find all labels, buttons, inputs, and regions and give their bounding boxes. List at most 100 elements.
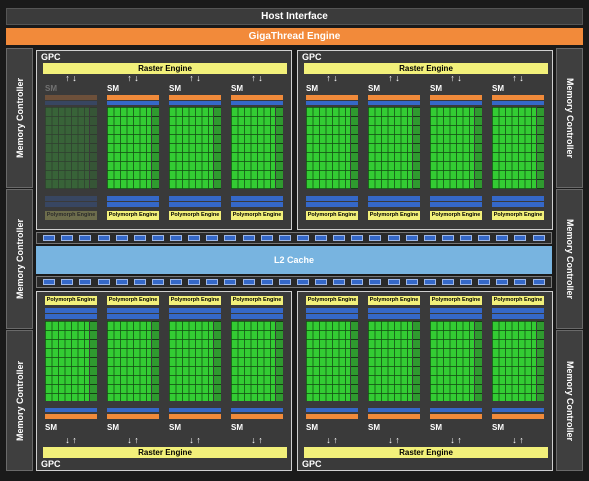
l2-cache-band-bottom [36, 276, 552, 288]
register-stripe [107, 401, 159, 407]
register-stripe [430, 308, 482, 313]
sm-label: SM [45, 423, 57, 432]
l2-slice [405, 279, 418, 285]
gpc-label: GPC [302, 52, 322, 62]
memory-controller-label: Memory Controller [14, 218, 25, 300]
streaming-multiprocessor: Polymorph Engine SM [167, 296, 223, 438]
instruction-cache-stripe [107, 414, 159, 419]
register-stripe [306, 189, 358, 195]
l2-slice [170, 279, 182, 285]
l2-slice [496, 235, 509, 241]
register-stripe [368, 314, 420, 319]
register-stripe [430, 189, 482, 195]
sm-label: SM [169, 84, 181, 93]
sfu-column [537, 321, 544, 401]
l2-slice [478, 279, 491, 285]
register-stripe [306, 314, 358, 319]
host-interface-bar: Host Interface [6, 8, 583, 25]
register-stripe [430, 314, 482, 319]
instruction-cache-stripe [45, 414, 97, 419]
register-stripe [107, 202, 159, 207]
sfu-column [152, 321, 159, 401]
register-stripe [368, 308, 420, 313]
memory-controller-right-1: Memory Controller [556, 48, 583, 188]
register-stripe [492, 202, 544, 207]
streaming-multiprocessor: SM Polymorph Engine [428, 83, 484, 225]
instruction-cache-stripe [492, 95, 544, 100]
register-stripe [492, 401, 544, 407]
cuda-core-grid [306, 321, 350, 401]
register-stripe [107, 101, 159, 105]
sm-label: SM [45, 84, 57, 93]
polymorph-engine: Polymorph Engine [169, 296, 221, 305]
streaming-multiprocessor: Polymorph Engine SM [366, 296, 422, 438]
register-stripe [492, 314, 544, 319]
l2-slice [260, 279, 273, 285]
register-stripe [169, 408, 221, 412]
l2-slice [278, 279, 291, 285]
sm-label: SM [169, 423, 181, 432]
cuda-core-grid [368, 107, 412, 189]
streaming-multiprocessor: Polymorph Engine SM [43, 296, 99, 438]
register-stripe [306, 308, 358, 313]
memory-controller-label: Memory Controller [564, 218, 575, 300]
register-stripe [169, 189, 221, 195]
l2-slice [79, 235, 92, 241]
polymorph-engine: Polymorph Engine [107, 211, 159, 220]
instruction-cache-stripe [430, 95, 482, 100]
polymorph-engine: Polymorph Engine [306, 296, 358, 305]
register-stripe [45, 401, 97, 407]
streaming-multiprocessor: Polymorph Engine SM [428, 296, 484, 438]
l2-slice [151, 235, 164, 241]
memory-controller-right-3: Memory Controller [556, 330, 583, 471]
gpc-bottom-left: GPC Raster Engine ↓ ↑ Polymorph Engine SM ↓ ↑… [36, 291, 292, 471]
polymorph-engine: Polymorph Engine [492, 211, 544, 220]
instruction-cache-stripe [107, 95, 159, 100]
cuda-core-grid [231, 107, 275, 189]
sfu-column [90, 107, 97, 189]
streaming-multiprocessor: Polymorph Engine SM [229, 296, 285, 438]
polymorph-engine: Polymorph Engine [368, 296, 420, 305]
l2-slice [242, 235, 255, 241]
sm-label: SM [492, 423, 504, 432]
register-stripe [107, 408, 159, 412]
streaming-multiprocessor: Polymorph Engine SM [304, 296, 360, 438]
register-stripe [368, 202, 420, 207]
polymorph-engine: Polymorph Engine [45, 211, 97, 220]
instruction-cache-stripe [231, 95, 283, 100]
register-stripe [231, 401, 283, 407]
l2-slice [387, 279, 400, 285]
sfu-column [276, 321, 283, 401]
instruction-cache-stripe [45, 95, 97, 100]
instruction-cache-stripe [306, 95, 358, 100]
l2-slice [315, 235, 327, 241]
l2-slice [296, 235, 309, 241]
register-stripe [430, 196, 482, 201]
streaming-multiprocessor: SM Polymorph Engine [490, 83, 546, 225]
sfu-column [276, 107, 283, 189]
streaming-multiprocessor: SM Polymorph Engine [105, 83, 161, 225]
l2-slice [460, 235, 472, 241]
streaming-multiprocessor: SM Polymorph Engine [229, 83, 285, 225]
register-stripe [169, 314, 221, 319]
sm-label: SM [306, 423, 318, 432]
sfu-column [214, 107, 221, 189]
register-stripe [306, 202, 358, 207]
gigathread-engine-bar: GigaThread Engine [6, 28, 583, 45]
instruction-cache-stripe [231, 414, 283, 419]
cuda-core-grid [492, 321, 536, 401]
register-stripe [368, 401, 420, 407]
gpc-label: GPC [41, 52, 61, 62]
polymorph-engine: Polymorph Engine [306, 211, 358, 220]
instruction-cache-stripe [169, 95, 221, 100]
register-stripe [169, 401, 221, 407]
instruction-cache-stripe [368, 414, 420, 419]
raster-engine: Raster Engine [43, 447, 287, 458]
l2-slice [242, 279, 255, 285]
sm-label: SM [430, 423, 442, 432]
polymorph-engine: Polymorph Engine [231, 211, 283, 220]
sfu-column [152, 107, 159, 189]
l2-slice [387, 235, 400, 241]
l2-slice [278, 235, 291, 241]
sm-label: SM [368, 423, 380, 432]
